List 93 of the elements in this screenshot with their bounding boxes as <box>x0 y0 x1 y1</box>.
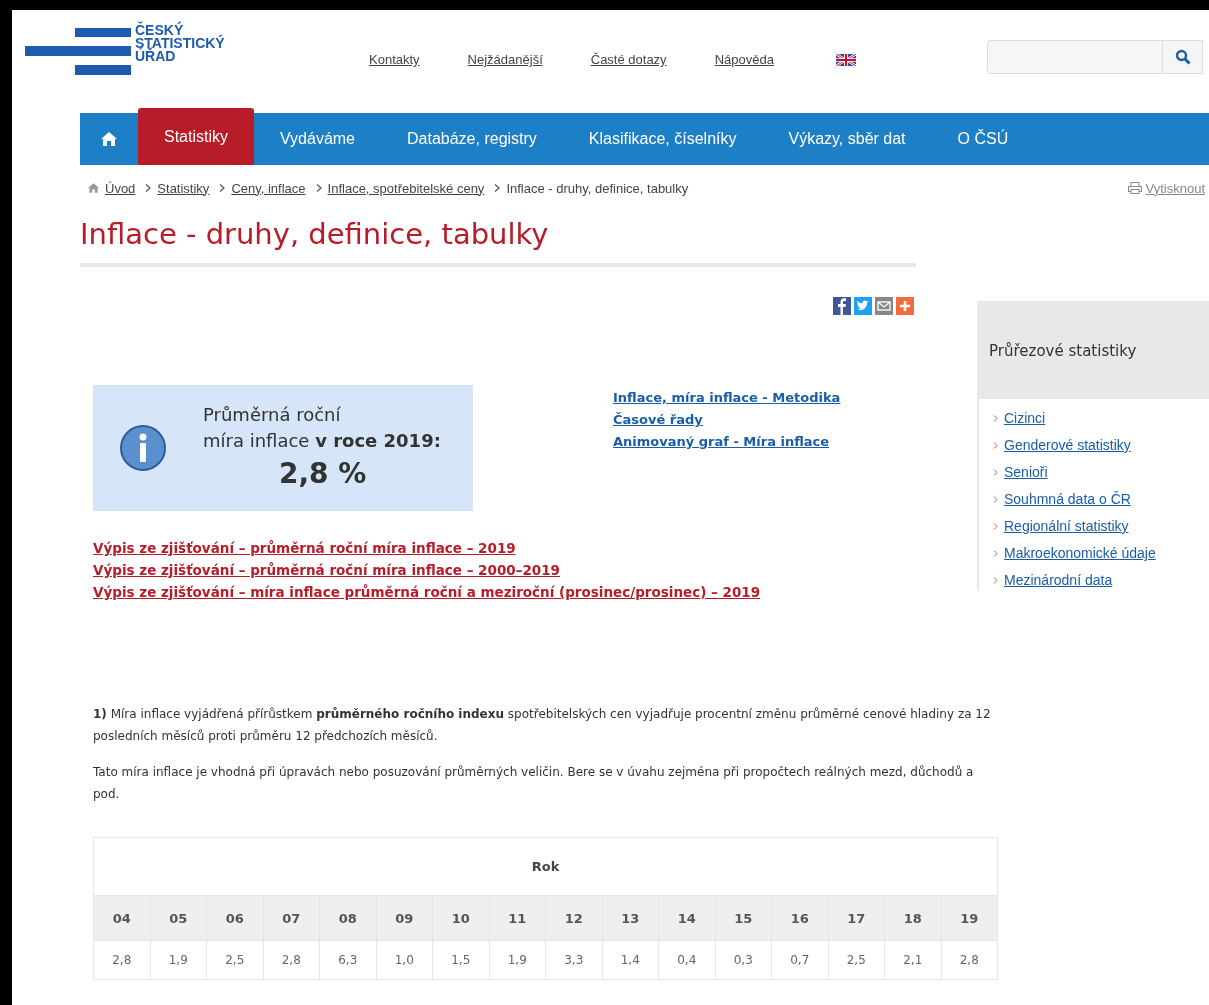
report-link[interactable]: Výpis ze zjišťování – průměrná roční míra inflace – 2000–2019 <box>93 559 560 581</box>
facebook-icon[interactable] <box>833 297 851 315</box>
breadcrumb-link[interactable]: Ceny, inflace <box>231 180 306 196</box>
related-link[interactable]: Animovaný graf - Míra inflace <box>613 431 830 453</box>
logo-bars-icon <box>25 28 131 76</box>
top-link[interactable]: Nápověda <box>714 52 774 67</box>
sidebar-title: Průřezové statistiky <box>988 341 1138 362</box>
chevron-icon <box>993 577 998 584</box>
printer-icon <box>1127 182 1142 194</box>
table-cell: 2,5 <box>828 940 885 980</box>
year-cell: 13 <box>602 895 659 941</box>
table-cell: 3,3 <box>545 940 602 980</box>
paragraph: 1) Míra inflace vyjádřená přírůstkem průměrného ročního indexu spotřebitelských cen vyjadřuje procentní změnu průměrné cenové hladiny za 12 posledních měsíců proti průměru 12 předchozích měsíců. <box>93 706 992 745</box>
home-icon <box>88 183 99 193</box>
year-cell: 10 <box>432 895 489 941</box>
related-link[interactable]: Časové řady <box>613 409 703 431</box>
breadcrumb-link[interactable]: Úvod <box>105 180 136 196</box>
info-label: Průměrná roční <box>203 403 342 427</box>
sidebar-link[interactable]: Cizinci <box>1004 405 1046 432</box>
top-link[interactable]: Časté dotazy <box>590 52 667 67</box>
year-cell: 06 <box>206 895 263 941</box>
year-cell: 04 <box>93 895 150 941</box>
sidebar-link[interactable]: Makroekonomické údaje <box>1004 540 1156 567</box>
table-cell: 1,9 <box>489 940 546 980</box>
year-cell: 17 <box>828 895 885 941</box>
year-cell: 05 <box>150 895 207 941</box>
table-header: Rok <box>93 837 998 896</box>
chevron-icon <box>219 184 226 192</box>
table-cell: 0,4 <box>658 940 715 980</box>
table-cell: 2,8 <box>941 940 998 980</box>
sidebar-link[interactable]: Genderové statistiky <box>1004 432 1131 459</box>
search-button[interactable] <box>1163 40 1203 74</box>
table-cell: 0,3 <box>715 940 772 980</box>
report-link[interactable]: Výpis ze zjišťování – průměrná roční míra inflace – 2019 <box>93 537 516 559</box>
table-cell: 2,8 <box>93 940 150 980</box>
print-link-text[interactable]: Vytisknout <box>1145 180 1205 196</box>
page-title: Inflace - druhy, definice, tabulky <box>80 217 916 267</box>
chevron-icon <box>993 496 998 503</box>
breadcrumb-link[interactable]: Inflace, spotřebitelské ceny <box>327 180 485 196</box>
chevron-icon <box>993 550 998 557</box>
chevron-icon <box>494 184 501 192</box>
inflation-value: 2,8 % <box>279 456 368 492</box>
info-label: míra inflace v roce 2019: <box>203 429 441 453</box>
year-cell: 19 <box>941 895 998 941</box>
table-cell: 6,3 <box>319 940 376 980</box>
year-cell: 07 <box>263 895 320 941</box>
plus-icon[interactable] <box>896 297 914 315</box>
search-icon <box>1174 49 1191 65</box>
year-cell: 18 <box>884 895 941 941</box>
year-cell: 16 <box>771 895 828 941</box>
year-cell: 15 <box>715 895 772 941</box>
table-cell: 1,4 <box>602 940 659 980</box>
sidebar-link[interactable]: Mezinárodní data <box>1004 567 1113 594</box>
chevron-icon <box>993 523 998 530</box>
nav-tab[interactable]: Vydáváme <box>254 113 381 165</box>
table-cell: 2,8 <box>263 940 320 980</box>
breadcrumb-current: Inflace - druhy, definice, tabulky <box>506 180 689 196</box>
related-link[interactable]: Inflace, míra inflace - Metodika <box>613 387 841 409</box>
search-field[interactable] <box>987 40 1163 74</box>
chevron-icon <box>993 415 998 422</box>
year-cell: 09 <box>376 895 433 941</box>
paragraph: Tato míra inflace je vhodná při úpravách nebo posuzování průměrných veličin. Bere se v úvahu zejména při propočtech reálných mezd, důchodů a pod. <box>93 764 975 803</box>
year-cell: 08 <box>319 895 376 941</box>
nav-tab[interactable]: Databáze, registry <box>381 113 563 165</box>
table-cell: 1,0 <box>376 940 433 980</box>
top-link[interactable]: Kontakty <box>369 52 420 67</box>
top-link[interactable]: Nejžádanější <box>467 52 543 67</box>
chevron-icon <box>315 184 322 192</box>
nav-tab[interactable]: O ČSÚ <box>931 113 1035 165</box>
nav-tab[interactable]: Výkazy, sběr dat <box>762 113 932 165</box>
report-link[interactable]: Výpis ze zjišťování – míra inflace průměrná roční a meziroční (prosinec/prosinec) – 2019 <box>93 581 761 603</box>
info-icon <box>119 424 167 472</box>
chevron-icon <box>145 184 152 192</box>
twitter-icon[interactable] <box>854 297 872 315</box>
sidebar-link[interactable]: Senioři <box>1004 459 1048 486</box>
chevron-icon <box>993 469 998 476</box>
year-cell: 12 <box>545 895 602 941</box>
sidebar-link[interactable]: Souhmná data o ČR <box>1004 486 1131 513</box>
table-cell: 0,7 <box>771 940 828 980</box>
home-icon <box>101 132 117 146</box>
table-cell: 1,9 <box>150 940 207 980</box>
table-cell: 2,5 <box>206 940 263 980</box>
table-cell: 2,1 <box>884 940 941 980</box>
flag-icon[interactable] <box>835 53 856 66</box>
breadcrumb-link[interactable]: Statistiky <box>157 180 210 196</box>
email-icon[interactable] <box>875 297 893 315</box>
chevron-icon <box>993 442 998 449</box>
year-cell: 11 <box>489 895 546 941</box>
sidebar-link[interactable]: Regionální statistiky <box>1004 513 1129 540</box>
nav-tab[interactable]: Statistiky <box>138 108 254 165</box>
year-cell: 14 <box>658 895 715 941</box>
nav-tab[interactable]: Klasifikace, číselníky <box>562 113 763 165</box>
table-cell: 1,5 <box>432 940 489 980</box>
